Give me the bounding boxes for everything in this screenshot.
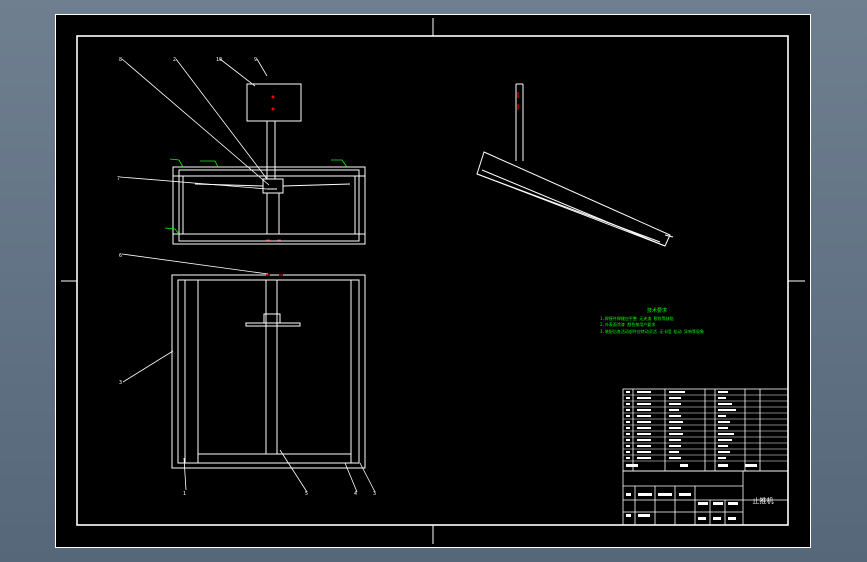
centering-marks (61, 18, 805, 544)
drawing-canvas[interactable]: 8 2 10 9 7 6 3 1 5 4 3 技术要求 1.焊接件焊缝应平整 无夹… (55, 14, 811, 548)
svg-text:7: 7 (117, 176, 120, 182)
notes-line-1: 1.焊接件焊缝应平整 无夹渣 裂纹等缺陷 (600, 315, 674, 321)
tilted-plate (476, 151, 671, 247)
drawing-title: 止推机 (753, 496, 774, 505)
top-view (121, 253, 376, 493)
front-view (119, 58, 366, 245)
svg-text:10: 10 (216, 57, 222, 63)
svg-text:3: 3 (373, 491, 376, 497)
title-block-glyphs (626, 493, 738, 520)
notes-line-3: 3.装配后各活动部件应转动灵活 无卡阻 松动 异响等现象 (600, 328, 704, 334)
notes-heading: 技术要求 (647, 307, 667, 314)
side-view (476, 83, 674, 247)
svg-text:1: 1 (183, 491, 186, 497)
svg-text:2: 2 (173, 57, 176, 63)
svg-text:4: 4 (354, 491, 357, 497)
notes-line-2: 2.外表面涂漆 颜色按用户要求 (600, 321, 655, 327)
svg-text:6: 6 (119, 253, 122, 259)
cad-drawing-sheet: 8 2 10 9 7 63 1 5 4 3 技术要求 1.焊接件焊缝应平整 无夹渣… (55, 14, 811, 548)
svg-text:8: 8 (119, 57, 122, 63)
svg-text:9: 9 (254, 57, 257, 63)
svg-text:5: 5 (305, 491, 308, 497)
technical-notes: 技术要求 1.焊接件焊缝应平整 无夹渣 裂纹等缺陷 2.外表面涂漆 颜色按用户要… (600, 307, 704, 334)
top-view-labels: 6 3 1 5 4 3 (119, 253, 376, 497)
svg-text:3: 3 (119, 380, 122, 386)
top-frame (171, 274, 366, 469)
parts-list-glyphs (626, 391, 757, 467)
sheet-border (55, 14, 811, 548)
control-box (246, 83, 302, 122)
front-view-labels: 8 2 10 9 7 (117, 57, 257, 182)
center-block (262, 178, 284, 194)
